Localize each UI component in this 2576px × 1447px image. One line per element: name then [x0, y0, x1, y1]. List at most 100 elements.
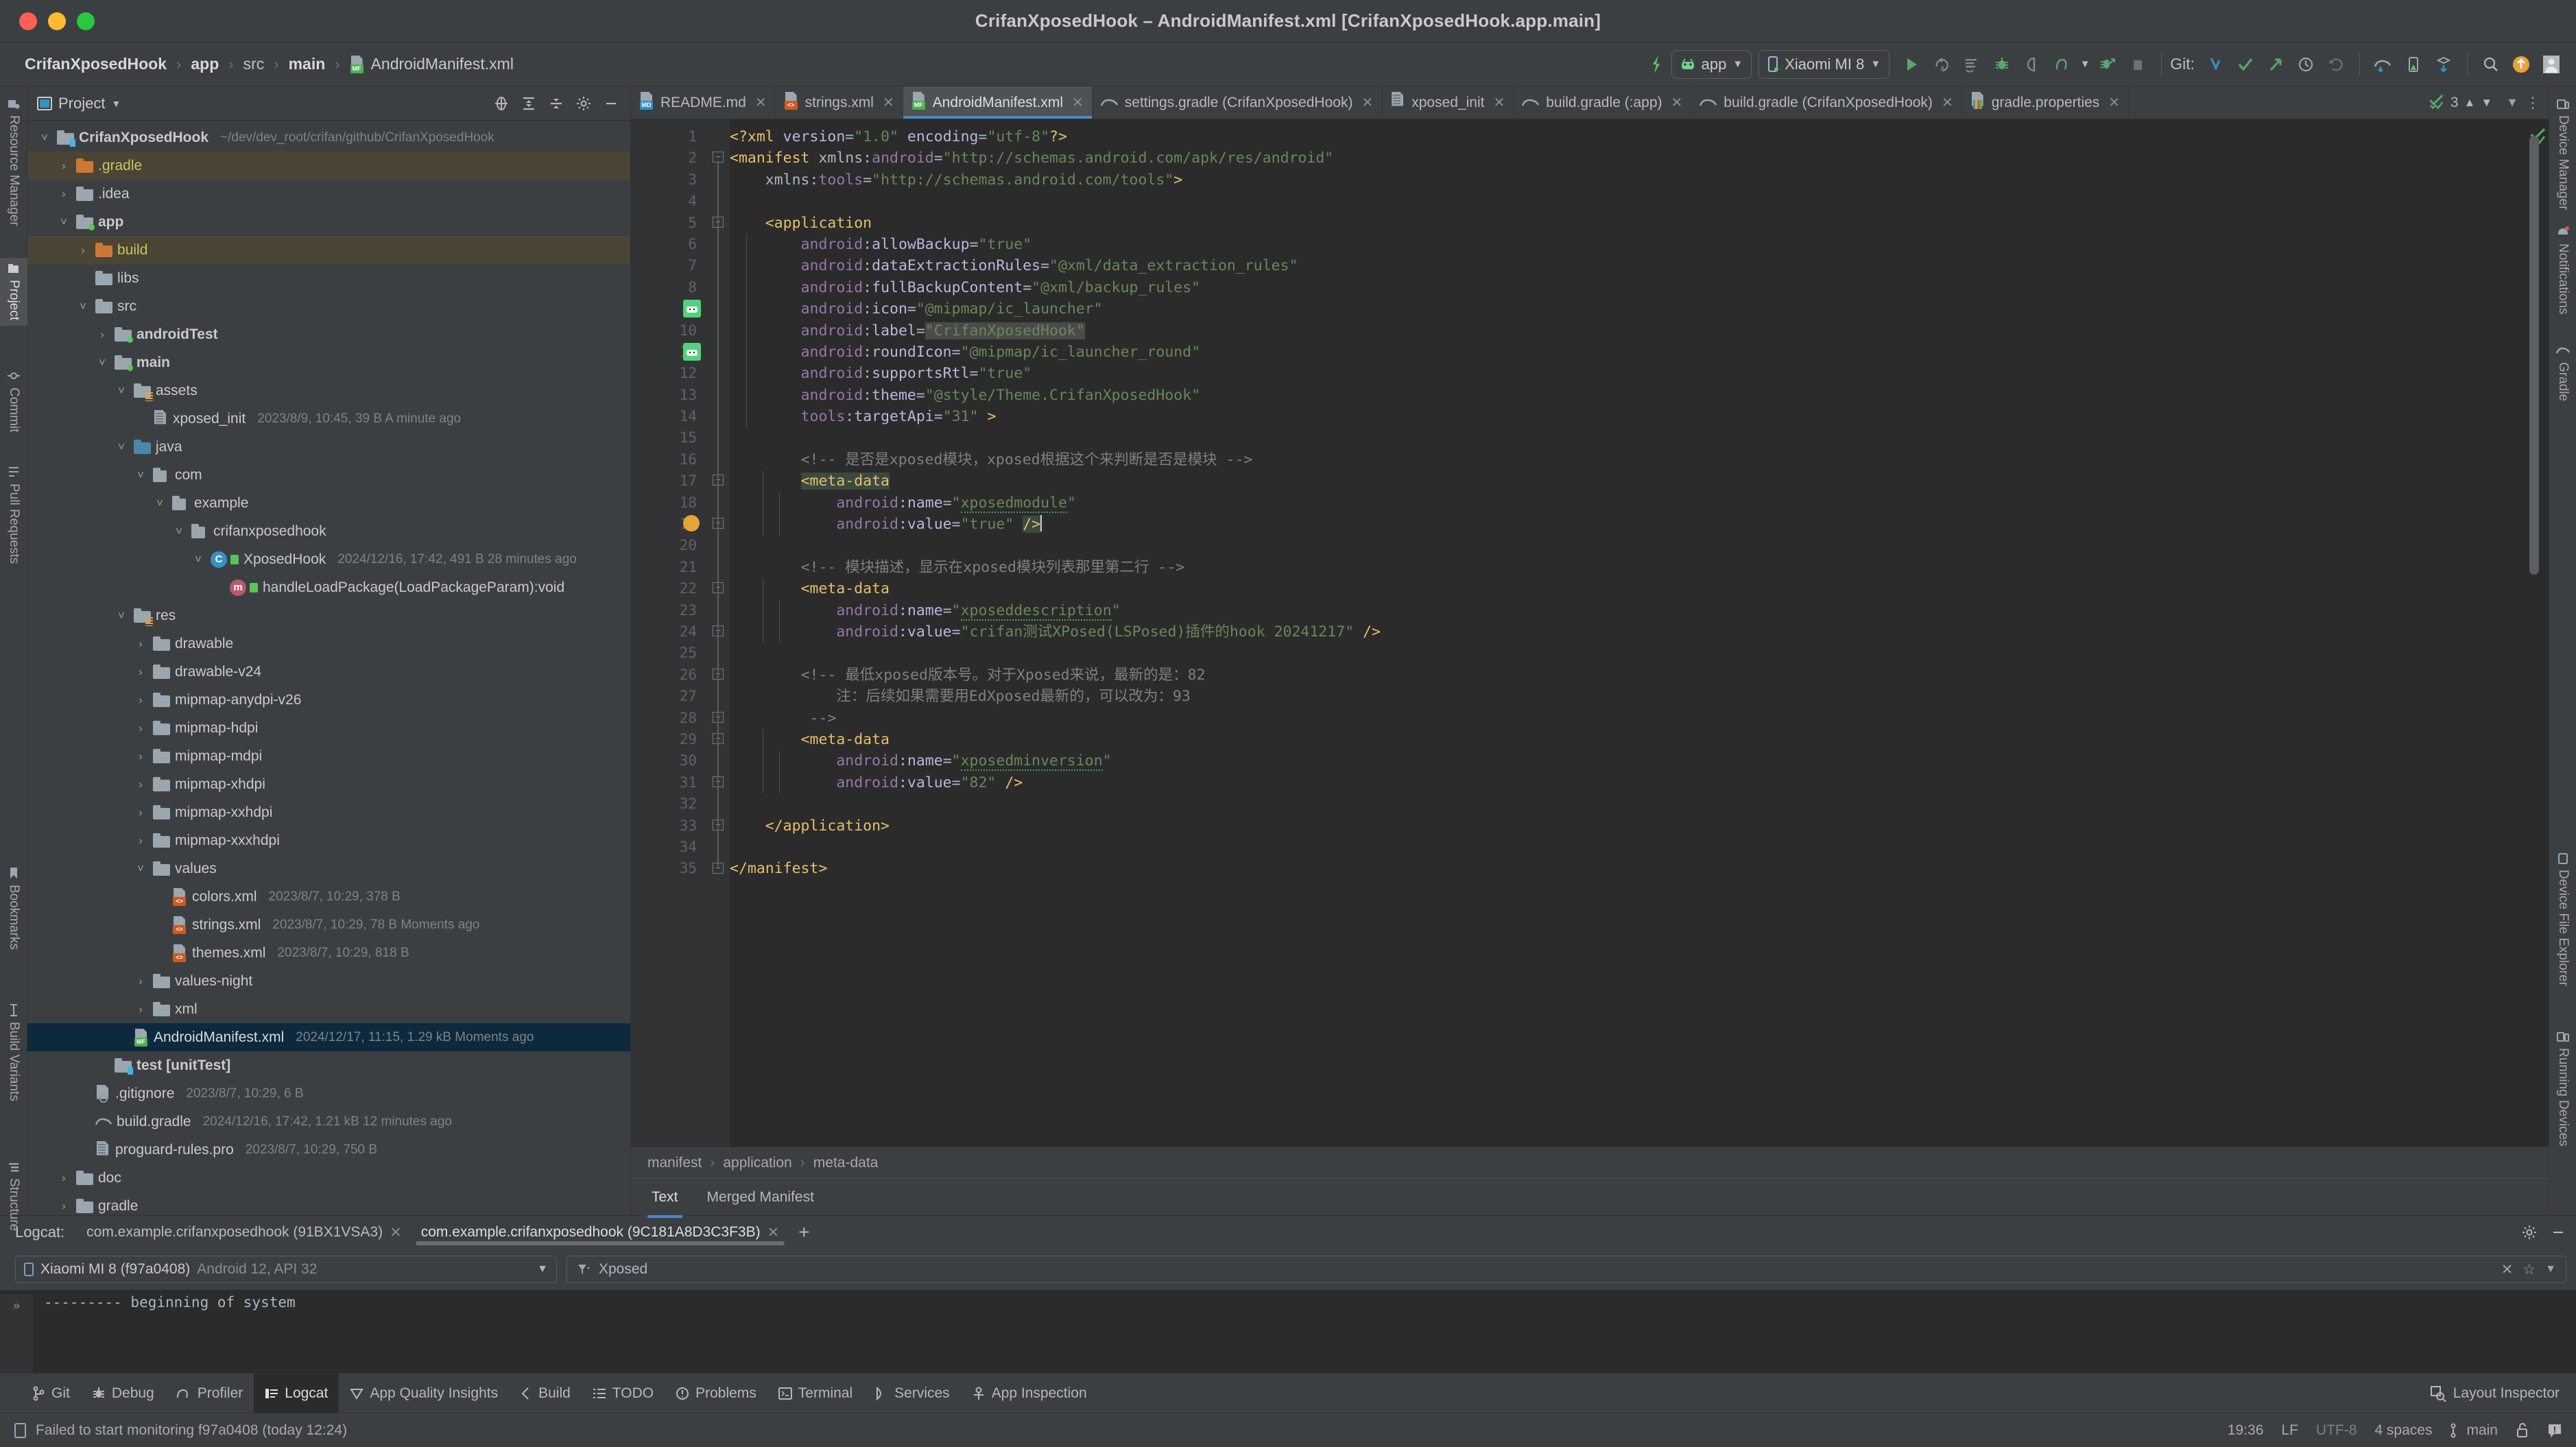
- git-history-icon[interactable]: [2291, 49, 2321, 80]
- tree-node[interactable]: › mipmap-xhdpi: [27, 770, 630, 798]
- code-line[interactable]: android:name="xposedminversion": [730, 750, 2507, 772]
- device-selector[interactable]: Xiaomi MI 8 ▼: [1758, 49, 1890, 79]
- search-everywhere-icon[interactable]: [2476, 49, 2506, 80]
- tree-node[interactable]: ˅ src: [27, 292, 630, 320]
- sidebar-item-commit[interactable]: Commit: [0, 364, 27, 438]
- logcat-output-gutter[interactable]: »: [0, 1294, 33, 1373]
- code-line[interactable]: <!-- 模块描述，显示在xposed模块列表那里第二行 -->: [730, 557, 2507, 578]
- sidebar-item-pull-requests[interactable]: Pull Requests: [0, 460, 27, 569]
- tool-window-button[interactable]: Terminal: [767, 1374, 863, 1413]
- collapse-arrow-icon[interactable]: ˅: [114, 440, 129, 454]
- sidebar-item-running-devices[interactable]: Running Devices: [2549, 1026, 2576, 1152]
- gear-icon[interactable]: [2521, 1224, 2538, 1241]
- tool-window-button[interactable]: App Quality Insights: [339, 1374, 509, 1413]
- tree-node[interactable]: › build: [27, 236, 630, 264]
- stop-icon[interactable]: [2123, 49, 2153, 80]
- tree-node[interactable]: › drawable-v24: [27, 658, 630, 686]
- collapse-arrow-icon[interactable]: ˅: [171, 525, 187, 538]
- editor-tab[interactable]: build.gradle (CrifanXposedHook) ✕: [1691, 86, 1962, 119]
- tree-node[interactable]: ˅ assets: [27, 376, 630, 405]
- code-line[interactable]: [730, 793, 2507, 815]
- editor-tab[interactable]: MD README.md ✕: [631, 86, 776, 119]
- tree-node[interactable]: test [unitTest]: [27, 1051, 630, 1079]
- code-line[interactable]: <!-- 是否是xposed模块，xposed根据这个来判断是否是模块 -->: [730, 449, 2507, 470]
- code-line[interactable]: </manifest>: [730, 858, 2507, 879]
- clear-icon[interactable]: ✕: [2501, 1261, 2514, 1278]
- avd-manager-icon[interactable]: [2398, 49, 2429, 80]
- minimize-icon[interactable]: [2550, 1224, 2566, 1241]
- tree-node[interactable]: › .gradle: [27, 152, 630, 180]
- close-icon[interactable]: ✕: [1942, 94, 1953, 111]
- code-line[interactable]: android:value="true" />: [730, 514, 2507, 535]
- account-icon[interactable]: [2536, 49, 2566, 80]
- tree-node[interactable]: › drawable: [27, 630, 630, 658]
- close-icon[interactable]: ✕: [390, 1224, 402, 1241]
- editor-breadcrumb-application[interactable]: application: [723, 1155, 791, 1171]
- git-commit-icon[interactable]: [2230, 49, 2261, 80]
- logcat-tab-2[interactable]: com.example.crifanxposedhook (9C181A8D3C…: [412, 1224, 789, 1245]
- code-line[interactable]: android:icon="@mipmap/ic_launcher": [730, 298, 2507, 320]
- expand-arrow-icon[interactable]: ›: [56, 159, 71, 173]
- tree-node[interactable]: .gitignore 2023/8/7, 10:29, 6 B: [27, 1079, 630, 1108]
- expand-arrow-icon[interactable]: ›: [133, 834, 148, 848]
- code-line[interactable]: android:theme="@style/Theme.CrifanXposed…: [730, 385, 2507, 406]
- tool-window-button[interactable]: Problems: [665, 1374, 767, 1413]
- close-icon[interactable]: ✕: [1671, 94, 1683, 111]
- bottom-tool-window-bar[interactable]: Git Debug Profiler Logcat App Quality Insigh…: [0, 1373, 2576, 1413]
- project-tree[interactable]: ˅ CrifanXposedHook ~/dev/dev_root/crifan/g…: [27, 121, 630, 1215]
- tree-node[interactable]: MF AndroidManifest.xml 2024/12/17, 11:15, …: [27, 1023, 630, 1051]
- editor-tab[interactable]: gradle.properties ✕: [1962, 86, 2130, 119]
- tree-node[interactable]: ˅ app: [27, 208, 630, 236]
- tab-text[interactable]: Text: [647, 1184, 682, 1218]
- expand-arrow-icon[interactable]: ›: [56, 187, 71, 201]
- expand-arrow-icon[interactable]: ›: [133, 665, 148, 679]
- collapse-arrow-icon[interactable]: ˅: [37, 131, 52, 145]
- collapse-arrow-icon[interactable]: ˅: [114, 384, 129, 398]
- tree-node[interactable]: › mipmap-mdpi: [27, 742, 630, 770]
- code-line[interactable]: android:roundIcon="@mipmap/ic_launcher_r…: [730, 342, 2507, 363]
- editor-scrollbar-area[interactable]: [2507, 119, 2549, 1147]
- close-icon[interactable]: ✕: [1361, 94, 1373, 111]
- code-line[interactable]: [730, 643, 2507, 664]
- sidebar-item-notifications[interactable]: Notifications: [2549, 220, 2576, 320]
- code-line[interactable]: xmlns:tools="http://schemas.android.com/…: [730, 169, 2507, 191]
- code-line[interactable]: [730, 191, 2507, 212]
- breadcrumb-main[interactable]: main: [282, 55, 333, 73]
- history-icon[interactable]: ▼: [2545, 1263, 2556, 1276]
- tool-window-button[interactable]: Profiler: [165, 1374, 254, 1413]
- collapse-arrow-icon[interactable]: ˅: [133, 862, 148, 876]
- sidebar-item-build-variants[interactable]: Build Variants: [0, 998, 27, 1107]
- collapse-arrow-icon[interactable]: ˅: [152, 497, 167, 510]
- settings-icon[interactable]: [571, 91, 596, 116]
- run-icon[interactable]: [1896, 49, 1927, 80]
- tree-node[interactable]: ˅ values: [27, 854, 630, 883]
- expand-arrow-icon[interactable]: ›: [133, 693, 148, 707]
- tree-node[interactable]: ˅ example: [27, 489, 630, 517]
- breadcrumb-src[interactable]: src: [237, 55, 272, 73]
- file-encoding[interactable]: UTF-8: [2316, 1422, 2357, 1439]
- hide-icon[interactable]: [599, 91, 623, 116]
- breadcrumb-file[interactable]: MF AndroidManifest.xml: [343, 55, 521, 73]
- code-line[interactable]: <?xml version="1.0" encoding="utf-8"?>: [730, 126, 2507, 147]
- logcat-add-tab-button[interactable]: +: [789, 1223, 819, 1242]
- collapse-arrow-icon[interactable]: ˅: [191, 553, 206, 566]
- code-line[interactable]: </application>: [730, 815, 2507, 837]
- tree-node[interactable]: ˅ res: [27, 601, 630, 630]
- sidebar-item-resource-manager[interactable]: Resource Manager: [0, 92, 27, 232]
- sidebar-item-project[interactable]: Project: [0, 258, 27, 326]
- expand-arrow-icon[interactable]: ›: [133, 637, 148, 651]
- close-icon[interactable]: ✕: [883, 94, 894, 111]
- unlocked-icon[interactable]: [2516, 1422, 2529, 1439]
- event-log-icon[interactable]: [2547, 1422, 2562, 1439]
- tool-window-button[interactable]: Build: [509, 1374, 582, 1413]
- expand-arrow-icon[interactable]: ›: [56, 1199, 71, 1213]
- tree-node[interactable]: proguard-rules.pro 2023/8/7, 10:29, 750 B: [27, 1136, 630, 1164]
- caret-position[interactable]: 19:36: [2228, 1422, 2264, 1439]
- tool-window-button[interactable]: Logcat: [254, 1374, 339, 1413]
- collapse-all-icon[interactable]: [544, 91, 569, 116]
- layout-inspector-button[interactable]: Layout Inspector: [2430, 1374, 2576, 1413]
- code-line[interactable]: <meta-data: [730, 578, 2507, 599]
- tree-node[interactable]: build.gradle 2024/12/16, 17:42, 1.21 kB 1…: [27, 1108, 630, 1136]
- chevron-right-icon[interactable]: »: [12, 1298, 20, 1313]
- tree-node[interactable]: xposed_init 2023/8/9, 10:45, 39 B A minut…: [27, 405, 630, 433]
